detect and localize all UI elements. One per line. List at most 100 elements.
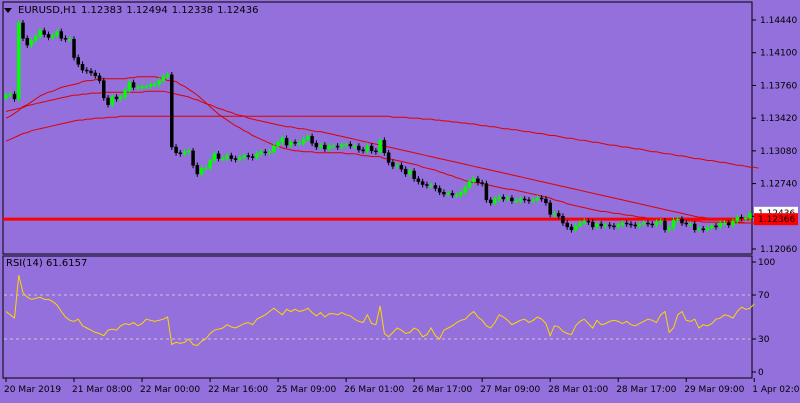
- candle-body: [178, 152, 183, 155]
- candle-body: [561, 216, 565, 224]
- candle-body: [344, 143, 348, 146]
- candle-body: [267, 151, 272, 154]
- candle-body: [624, 222, 629, 225]
- rsi-line: [5, 275, 755, 347]
- candle-body: [697, 228, 701, 231]
- candle-body: [514, 200, 518, 203]
- candle-body: [204, 167, 208, 170]
- candle-body: [658, 220, 663, 223]
- candle-body: [157, 80, 161, 85]
- chart-window[interactable]: 1.14440 1.14100 1.13760 1.13420 1.13080 1.127…: [0, 0, 800, 400]
- candle-body: [565, 222, 569, 228]
- candle-body: [365, 145, 370, 152]
- candle-body: [174, 146, 178, 154]
- candle-body: [289, 141, 293, 146]
- candle-body: [476, 178, 480, 183]
- candle-body: [382, 140, 387, 154]
- time-axis-label: 21 Mar 08:00: [72, 385, 132, 395]
- time-axis-label: 26 Mar 17:00: [412, 385, 472, 395]
- candle-body: [314, 142, 319, 148]
- candle-body: [272, 145, 276, 153]
- time-axis-label: 27 Mar 09:00: [480, 385, 540, 395]
- candle-body: [412, 170, 416, 180]
- candle-body: [8, 93, 13, 96]
- candle-body: [12, 93, 17, 100]
- candle-body: [582, 220, 586, 224]
- candle-body: [726, 222, 731, 226]
- candle-body: [187, 150, 191, 153]
- price-chart-svg[interactable]: 1.14440 1.14100 1.13760 1.13420 1.13080 1.127…: [0, 0, 800, 400]
- price-axis-label: 1.12060: [760, 245, 797, 255]
- rsi-axis-label: 70: [758, 291, 770, 301]
- candle-body: [607, 224, 612, 227]
- symbol-menu-triangle-icon[interactable]: [4, 7, 12, 13]
- candle-body: [399, 165, 404, 170]
- candle-body: [208, 160, 212, 169]
- candle-body: [527, 199, 531, 202]
- candle-body: [327, 145, 331, 150]
- candle-body: [34, 36, 38, 41]
- candle-body: [714, 225, 718, 228]
- candle-body: [233, 158, 238, 160]
- candle-body: [374, 150, 378, 153]
- candle-body: [420, 181, 425, 185]
- candle-body: [709, 225, 714, 229]
- candle-body: [391, 162, 395, 167]
- rsi-axis-label: 30: [758, 335, 770, 345]
- main-chart-frame: [2, 1, 753, 255]
- candle-body: [573, 225, 578, 231]
- candle-body: [484, 183, 489, 201]
- candle-body: [722, 222, 727, 225]
- price-axis-label: 1.13080: [760, 147, 797, 157]
- candle-body: [106, 97, 110, 105]
- candle-body: [688, 223, 693, 226]
- candle-body: [238, 157, 242, 160]
- candle-body: [731, 220, 735, 226]
- candle-body: [463, 187, 467, 193]
- candle-body: [552, 213, 557, 215]
- candle-body: [650, 223, 654, 226]
- price-axis-label: 1.13760: [760, 81, 797, 91]
- candle-body: [123, 89, 127, 98]
- moving-average-slow-line: [5, 115, 759, 169]
- time-axis-label: 22 Mar 00:00: [140, 385, 200, 395]
- candle-body: [140, 86, 144, 88]
- candle-body: [25, 38, 30, 46]
- candle-body: [136, 87, 140, 89]
- candle-body: [229, 155, 234, 159]
- candle-body: [21, 22, 25, 39]
- candle-body: [110, 96, 115, 105]
- candle-body: [59, 31, 64, 39]
- price-axis-label: 1.14100: [760, 49, 797, 59]
- candle-body: [454, 194, 459, 197]
- rsi-indicator-label[interactable]: RSI(14) 61.6157: [6, 258, 87, 269]
- symbol-timeframe[interactable]: EURUSD,H1: [18, 5, 77, 16]
- ohlc-close: 1.12436: [217, 4, 259, 16]
- candle-body: [148, 84, 153, 87]
- candle-body: [646, 222, 650, 225]
- candle-body: [748, 213, 752, 219]
- candle-body: [182, 151, 187, 154]
- candle-body: [76, 57, 81, 65]
- candle-body: [471, 178, 476, 182]
- candle-body: [153, 84, 157, 86]
- candle-body: [293, 141, 297, 144]
- candle-body: [663, 220, 667, 231]
- candle-body: [51, 35, 55, 38]
- candle-body: [395, 165, 399, 167]
- candle-body: [195, 165, 200, 175]
- rsi-axis-label: 100: [758, 258, 775, 268]
- candle-body: [246, 155, 251, 157]
- candle-body: [335, 145, 340, 148]
- candle-body: [89, 70, 93, 74]
- candle-body: [250, 156, 255, 158]
- candle-body: [459, 191, 463, 196]
- candle-body: [114, 96, 119, 100]
- candle-body: [242, 155, 246, 158]
- time-axis-label: 20 Mar 2019: [4, 385, 61, 395]
- candle-body: [144, 86, 149, 88]
- candle-body: [620, 222, 625, 226]
- candle-body: [318, 144, 323, 148]
- candle-body: [531, 199, 535, 202]
- candle-body: [80, 64, 85, 71]
